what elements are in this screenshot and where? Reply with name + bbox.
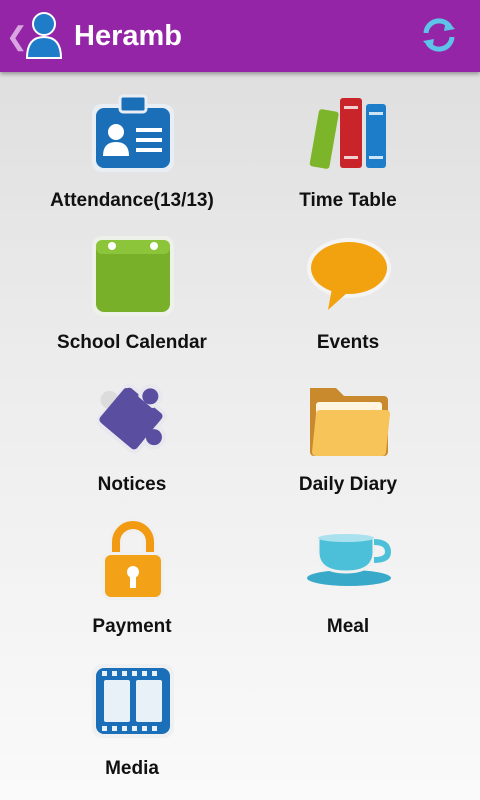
school-calendar-tile[interactable]: School Calendar — [22, 214, 242, 356]
tile-label: School Calendar — [57, 332, 207, 353]
tile-label: Time Table — [299, 190, 397, 211]
speech-bubble-icon — [307, 238, 391, 310]
calendar-icon — [92, 236, 174, 316]
tile-label: Notices — [97, 474, 167, 495]
events-tile[interactable]: Events — [238, 214, 458, 356]
payment-tile[interactable]: Payment — [22, 498, 242, 640]
tile-label: Media — [105, 758, 159, 779]
user-avatar-icon[interactable] — [24, 10, 64, 60]
tile-label: Attendance(13/13) — [50, 190, 214, 211]
tile-label: Payment — [92, 616, 172, 637]
id-card-icon — [92, 94, 174, 172]
tile-label: Events — [316, 332, 380, 353]
books-icon — [309, 98, 386, 169]
puzzle-icon — [96, 383, 167, 454]
time-table-tile[interactable]: Time Table — [238, 72, 458, 214]
daily-diary-tile[interactable]: Daily Diary — [238, 356, 458, 498]
media-tile[interactable]: Media — [22, 640, 242, 782]
app-bar: ❮ Heramb — [0, 0, 480, 72]
film-icon — [92, 664, 174, 738]
attendance-tile[interactable]: Attendance(13/13) — [22, 72, 242, 214]
cup-icon — [307, 534, 392, 586]
tile-label: Daily Diary — [298, 474, 398, 495]
padlock-icon — [102, 518, 164, 600]
refresh-icon[interactable] — [420, 16, 458, 54]
notices-tile[interactable]: Notices — [22, 356, 242, 498]
folder-icon — [310, 388, 390, 456]
meal-tile[interactable]: Meal — [238, 498, 458, 640]
page-title: Heramb — [74, 20, 182, 52]
tile-label: Meal — [326, 616, 370, 637]
